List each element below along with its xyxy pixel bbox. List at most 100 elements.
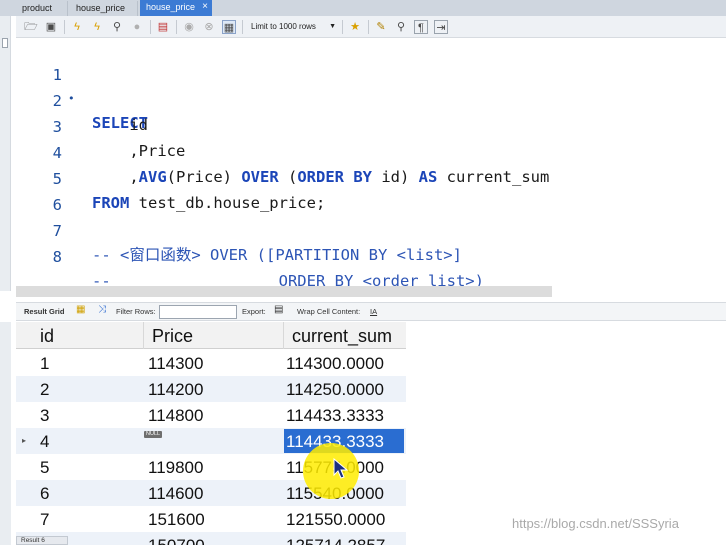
toggle-icon[interactable]: ▤ <box>156 20 170 34</box>
execute-current-icon[interactable]: ϟ <box>90 20 104 34</box>
cell-current-sum[interactable]: 125714.2857 <box>278 532 385 545</box>
code-line: 1 • SELECT <box>16 39 148 132</box>
code-token: , <box>92 168 139 186</box>
wrap-cell-label: Wrap Cell Content: <box>297 307 361 316</box>
wrap-cell-icon[interactable]: IA <box>370 307 377 317</box>
result-grid-label[interactable]: Result Grid <box>24 307 64 317</box>
table-row[interactable]: 7 151600 121550.0000 <box>16 506 406 532</box>
panel-toggle-icon[interactable] <box>2 38 8 48</box>
code-token: current_sum <box>437 168 550 186</box>
result-grid-toolbar: Result Grid ▦ ⤨ Filter Rows: Export: ▤ W… <box>16 302 726 321</box>
cell-current-sum[interactable]: 114250.0000 <box>278 376 384 402</box>
cell-price[interactable]: 114200 <box>140 376 203 402</box>
current-row-marker-icon: ▸ <box>22 436 27 445</box>
code-line: 7 -- <窗口函数> OVER ([PARTITION BY <list>] <box>16 195 462 264</box>
tab-house-price[interactable]: house_price <box>70 1 138 16</box>
code-token: (Price) <box>166 168 242 186</box>
left-panel-strip <box>0 16 11 291</box>
cell-current-sum[interactable]: 121550.0000 <box>278 506 385 532</box>
explain-icon[interactable]: ⚲ <box>110 20 124 34</box>
column-header-id[interactable]: id <box>32 322 144 349</box>
code-text: id <box>92 116 148 134</box>
cell-id[interactable]: 7 <box>32 506 49 532</box>
favorite-icon[interactable]: ★ <box>348 20 362 34</box>
rollback-icon[interactable]: ⊗ <box>202 20 216 34</box>
cell-id[interactable]: 5 <box>32 454 49 480</box>
filter-icon[interactable]: ⤨ <box>98 305 106 315</box>
cell-current-sum[interactable]: 114300.0000 <box>278 350 384 376</box>
sql-editor-toolbar: 🗁 ▣ ϟ ϟ ⚲ ● ▤ ◉ ⊗ ▦ Limit to 1000 rows ▼ … <box>16 16 726 38</box>
limit-rows-label: Limit to 1000 rows <box>251 22 316 31</box>
export-label: Export: <box>242 307 266 316</box>
keyword-token: AS <box>418 168 438 186</box>
filter-rows-input[interactable] <box>159 305 237 319</box>
code-line: 3 ,Price <box>16 91 186 160</box>
table-row[interactable]: 2 114200 114250.0000 <box>16 376 406 402</box>
grid-header: id Price current_sum <box>16 322 406 349</box>
line-number: 8 <box>52 248 62 266</box>
tab-label: house_price <box>76 3 126 13</box>
cell-price[interactable]: 114600 <box>140 480 203 506</box>
table-row[interactable]: 1 114300 114300.0000 <box>16 350 406 376</box>
cell-id[interactable]: 3 <box>32 402 49 428</box>
grid-view-icon[interactable]: ▦ <box>76 305 85 315</box>
code-line: 4 ,AVG(Price) OVER (ORDER BY id) AS curr… <box>16 117 550 186</box>
wrap-icon[interactable]: ⇥ <box>434 20 448 34</box>
mouse-pointer-icon <box>333 458 349 479</box>
sql-editor[interactable]: 1 • SELECT 2 id 3 ,Price 4 ,AVG(Price) O… <box>16 38 726 290</box>
grid-left-strip <box>0 322 11 545</box>
cell-id[interactable]: 6 <box>32 480 49 506</box>
keyword-token: ORDER BY <box>297 168 372 186</box>
cell-price[interactable]: 151600 <box>140 506 205 532</box>
cell-current-sum[interactable]: 114433.3333 <box>278 402 384 428</box>
comment-text: -- <窗口函数> OVER ([PARTITION BY <list>] <box>92 246 462 264</box>
cell-price[interactable]: 150700 <box>140 532 205 545</box>
commit-icon[interactable]: ◉ <box>182 20 196 34</box>
code-line: 8 -- ORDER BY <order list>) <box>16 221 484 290</box>
toolbar-separator <box>176 20 177 34</box>
keyword-token: AVG <box>138 168 167 186</box>
tab-label: house_price <box>146 2 196 12</box>
tab-house-price-active[interactable]: house_price × <box>140 0 212 16</box>
table-row[interactable]: 3 114800 114433.3333 <box>16 402 406 428</box>
code-token: id) <box>371 168 419 186</box>
export-icon[interactable]: ▤ <box>274 305 283 315</box>
column-header-current-sum[interactable]: current_sum <box>284 322 406 349</box>
cell-price[interactable]: 114800 <box>140 402 203 428</box>
keyword-token: FROM <box>92 194 130 212</box>
cell-price[interactable]: 114300 <box>140 350 203 376</box>
code-text: FROM test_db.house_price; <box>92 191 325 215</box>
cell-price[interactable]: 119800 <box>140 454 203 480</box>
cell-id[interactable]: 2 <box>32 376 49 402</box>
result-tab[interactable]: Result 6 <box>16 536 68 545</box>
execute-icon[interactable]: ϟ <box>70 20 84 34</box>
null-badge[interactable]: NULL <box>144 431 163 438</box>
close-icon[interactable]: × <box>202 0 208 14</box>
cursor-highlight <box>303 443 359 499</box>
code-token: ( <box>278 168 298 186</box>
folder-icon[interactable]: 🗁 <box>24 20 38 34</box>
cell-id[interactable]: 4 <box>32 428 49 454</box>
column-header-price[interactable]: Price <box>144 322 284 349</box>
find-icon[interactable]: ⚲ <box>394 20 408 34</box>
autocommit-icon[interactable]: ▦ <box>222 20 236 34</box>
code-line: 6 <box>16 169 62 214</box>
query-tab-strip: product house_price house_price × <box>0 0 726 16</box>
save-icon[interactable]: ▣ <box>44 20 58 34</box>
tab-product[interactable]: product <box>16 1 68 16</box>
toolbar-separator <box>64 20 65 34</box>
table-row[interactable]: 8 150700 125714.2857 <box>16 532 406 545</box>
beautify-icon[interactable]: ✎ <box>374 20 388 34</box>
toolbar-separator <box>242 20 243 34</box>
toolbar-separator <box>150 20 151 34</box>
keyword-token: OVER <box>241 168 279 186</box>
code-text: ,Price <box>92 142 186 160</box>
fold-marker-icon[interactable]: • <box>68 87 75 111</box>
code-token: test_db.house_price; <box>129 194 326 212</box>
invisible-chars-icon[interactable]: ¶ <box>414 20 428 34</box>
editor-horizontal-scrollbar[interactable] <box>16 286 552 297</box>
cell-id[interactable]: 1 <box>32 350 49 376</box>
result-grid[interactable]: id Price current_sum 1 114300 114300.000… <box>16 322 406 545</box>
limit-rows-select[interactable]: Limit to 1000 rows ▼ <box>248 20 338 35</box>
stop-icon[interactable]: ● <box>130 20 144 34</box>
